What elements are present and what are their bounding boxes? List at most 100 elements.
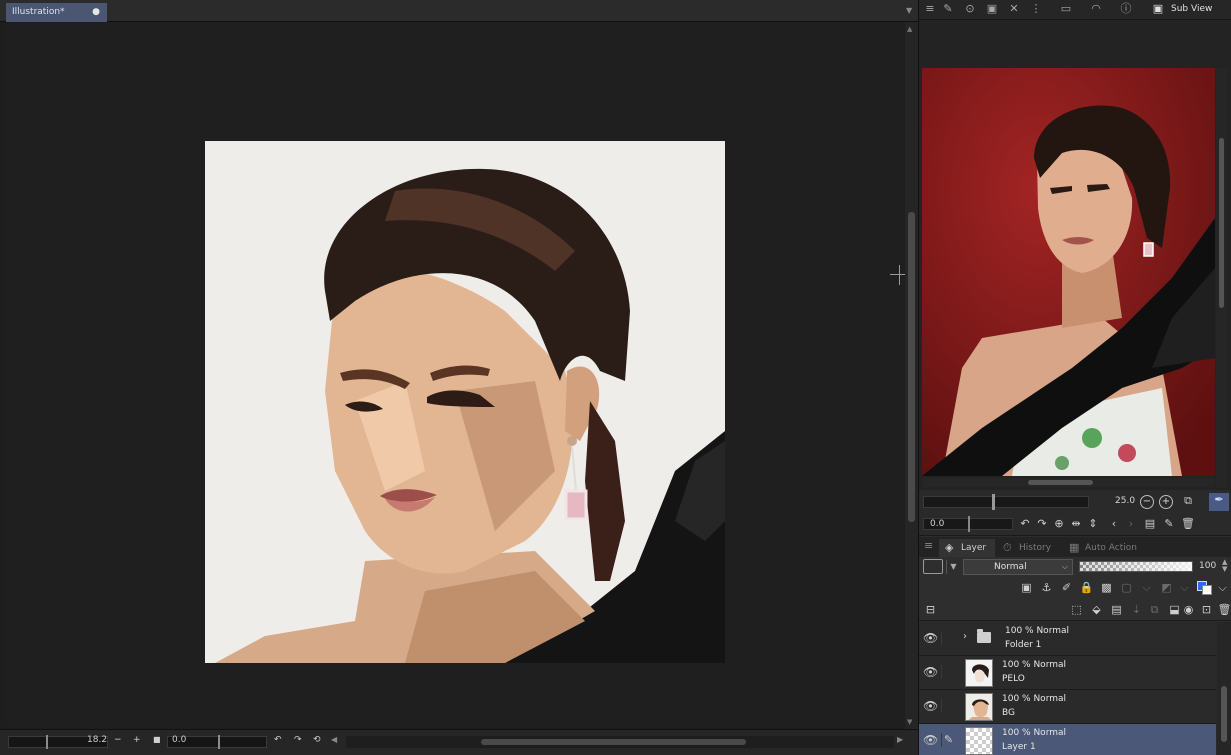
open-file-icon[interactable]: ⊙ [963, 2, 977, 16]
layer-row-pelo[interactable]: 👁 100 % Normal PELO [919, 656, 1216, 690]
layer-list-scrollbar[interactable] [1217, 622, 1231, 755]
subview-rotation-value[interactable]: 0.0 [930, 519, 944, 529]
layer-row-bg[interactable]: 👁 100 % Normal BG [919, 690, 1216, 724]
layer-row-layer-1[interactable]: 👁 ✎ 100 % Normal Layer 1 [919, 724, 1216, 755]
lock-layer-icon[interactable]: 🔒 [1079, 580, 1094, 595]
subview-vertical-scrollbar[interactable] [1216, 68, 1227, 488]
next-image-icon[interactable]: › [1124, 517, 1138, 531]
tab-layer[interactable]: ◈ Layer [939, 539, 995, 557]
scroll-up-arrow-icon[interactable]: ▲ [907, 25, 912, 33]
subview-horizontal-scrollbar[interactable] [923, 478, 1215, 487]
layer-opacity-value[interactable]: 100 [1199, 561, 1216, 571]
visibility-eye-icon[interactable]: 👁 [923, 699, 939, 713]
canvas-rotation-value[interactable]: 0.0 [172, 735, 186, 745]
edit-lock-icon[interactable] [941, 665, 955, 679]
zoom-slider-handle[interactable] [46, 735, 48, 749]
scroll-down-arrow-icon[interactable]: ▼ [907, 718, 912, 726]
mask-enable-icon[interactable]: ▢ [1119, 580, 1134, 595]
draw-color-pair[interactable] [1197, 581, 1213, 595]
layer-color-swatch[interactable] [923, 559, 943, 574]
scroll-left-arrow-icon[interactable]: ◀ [331, 735, 337, 744]
zoom-in-button[interactable]: + [133, 735, 141, 745]
subview-tab-icon[interactable]: ▣ [1151, 2, 1165, 16]
palette-options-icon[interactable]: ⊟ [923, 602, 938, 617]
save-file-icon[interactable]: ▣ [985, 2, 999, 16]
grid-icon[interactable]: ⋮ [1029, 2, 1043, 16]
canvas-vertical-scrollbar[interactable]: ▲ ▼ [905, 22, 918, 729]
layer-row-folder-1[interactable]: 👁 › 100 % Normal Folder 1 [919, 622, 1216, 656]
delete-layer-icon[interactable]: 🗑 [1217, 602, 1231, 617]
delete-image-icon[interactable]: 🗑 [1181, 517, 1195, 531]
visibility-eye-icon[interactable]: 👁 [923, 665, 939, 679]
new-folder-icon[interactable]: ▤ [1109, 602, 1124, 617]
canvas-artwork[interactable] [205, 141, 725, 663]
subview-zoom-value[interactable]: 25.0 [1115, 496, 1135, 506]
subview-rotation-slider[interactable]: 0.0 [923, 516, 1013, 532]
edit-lock-icon[interactable] [941, 699, 955, 713]
draft-layer-icon[interactable]: ✐ [1059, 580, 1074, 595]
layer-palette-menu-icon[interactable]: ≡ [924, 539, 933, 552]
canvas-viewport[interactable] [6, 22, 910, 727]
rotate-right-icon[interactable]: ↷ [294, 735, 302, 745]
layer-list-scroll-thumb[interactable] [1221, 686, 1227, 742]
clipping-icon[interactable]: ▣ [1019, 580, 1034, 595]
canvas-horizontal-scroll-thumb[interactable] [481, 739, 746, 745]
sub-color-swatch[interactable] [1202, 585, 1212, 595]
navigator-icon[interactable]: ▭ [1059, 2, 1073, 16]
visibility-eye-icon[interactable]: 👁 [923, 631, 939, 645]
visibility-eye-icon[interactable]: 👁 [923, 733, 939, 747]
document-tab[interactable]: Illustration* ● [6, 3, 107, 22]
subview-horizontal-scroll-thumb[interactable] [1028, 480, 1093, 485]
subview-zoom-slider[interactable] [923, 494, 1089, 510]
merge-layer-icon[interactable]: ⧉ [1147, 602, 1162, 617]
blend-mode-select[interactable]: Normal ⌵ [963, 559, 1073, 575]
tab-list-chevron-icon[interactable]: ▼ [906, 6, 912, 15]
clear-icon[interactable]: ✕ [1007, 2, 1021, 16]
reset-rotation-icon[interactable]: ⊕ [1052, 517, 1066, 531]
layer-color-dropdown-icon[interactable]: ⌵ [1177, 580, 1192, 595]
scroll-right-arrow-icon[interactable]: ▶ [897, 735, 903, 744]
panel-menu-icon[interactable]: ≡ [923, 2, 937, 16]
reset-rotation-icon[interactable]: ⟲ [313, 735, 321, 745]
create-mask-icon[interactable]: ◉ [1181, 602, 1196, 617]
subview-vertical-scroll-thumb[interactable] [1219, 138, 1224, 308]
document-tab-close-icon[interactable]: ● [92, 7, 100, 17]
opacity-spinner-icon[interactable]: ▲ ▼ [1222, 559, 1227, 573]
layer-color-icon[interactable]: ◩ [1159, 580, 1174, 595]
color-dropdown-icon[interactable]: ⌵ [1215, 580, 1230, 595]
reference-photo[interactable] [922, 68, 1215, 476]
flip-horizontal-icon[interactable]: ⇹ [1069, 517, 1083, 531]
edit-pen-icon[interactable]: ✎ [941, 733, 955, 747]
info-icon[interactable]: ⓘ [1119, 2, 1133, 16]
mask-dropdown-icon[interactable]: ⌵ [1139, 580, 1154, 595]
fit-view-icon[interactable]: ■ [153, 735, 161, 744]
lock-transparency-icon[interactable]: ▩ [1099, 580, 1114, 595]
swatch-dropdown-icon[interactable]: ▼ [946, 560, 960, 574]
new-vector-layer-icon[interactable]: ⬙ [1089, 602, 1104, 617]
rotate-left-icon[interactable]: ↶ [1018, 517, 1032, 531]
reference-layer-icon[interactable]: ⚓ [1039, 580, 1054, 595]
tab-auto-action[interactable]: ▦ Auto Action [1063, 539, 1143, 557]
eyedropper-icon[interactable]: ✒ [1209, 493, 1229, 511]
edit-image-icon[interactable]: ✎ [1162, 517, 1176, 531]
canvas-vertical-scroll-thumb[interactable] [908, 212, 915, 522]
rotate-right-icon[interactable]: ↷ [1035, 517, 1049, 531]
canvas-zoom-value[interactable]: 18.2 [87, 735, 107, 745]
layer-opacity-slider[interactable] [1079, 561, 1193, 572]
flip-vertical-icon[interactable]: ⇕ [1086, 517, 1100, 531]
combine-layer-icon[interactable]: ⬓ [1167, 602, 1182, 617]
item-bank-icon[interactable]: ◠ [1089, 2, 1103, 16]
subview-zoom-out-icon[interactable]: − [1140, 495, 1154, 509]
import-folder-icon[interactable]: ▤ [1143, 517, 1157, 531]
subview-rotation-slider-handle[interactable] [968, 516, 970, 532]
subview-tab-label[interactable]: Sub View [1171, 4, 1212, 14]
new-raster-layer-icon[interactable]: ⬚ [1069, 602, 1084, 617]
canvas-horizontal-scrollbar[interactable] [346, 736, 894, 748]
tab-history[interactable]: ⏱ History [997, 539, 1059, 557]
previous-image-icon[interactable]: ‹ [1107, 517, 1121, 531]
subview-zoom-in-icon[interactable]: + [1159, 495, 1173, 509]
import-image-icon[interactable]: ✎ [941, 2, 955, 16]
rotate-left-icon[interactable]: ↶ [274, 735, 282, 745]
folder-expand-chevron-icon[interactable]: › [963, 631, 967, 642]
edit-lock-icon[interactable] [941, 631, 955, 645]
